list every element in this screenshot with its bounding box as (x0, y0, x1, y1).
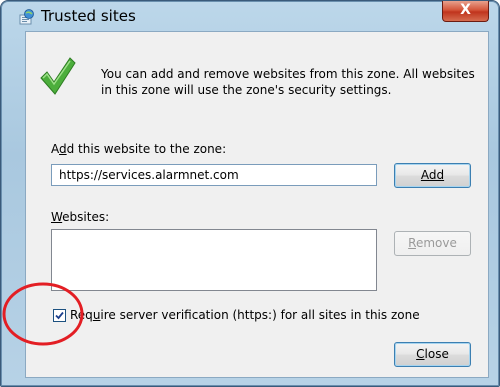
websites-list[interactable] (51, 229, 377, 291)
red-highlight-circle (2, 282, 84, 346)
close-window-button[interactable]: X (442, 1, 489, 22)
require-verification-label[interactable]: Require server verification (https:) for… (70, 308, 420, 322)
add-website-label: Add this website to the zone: (51, 142, 227, 156)
remove-button[interactable]: Remove (394, 231, 471, 256)
globe-shield-icon (19, 9, 34, 25)
zone-info-text: You can add and remove websites from thi… (101, 67, 475, 97)
title-bar[interactable]: Trusted sites X (1, 1, 499, 33)
window-title: Trusted sites (41, 7, 136, 25)
checkmark-icon (40, 57, 76, 95)
websites-label: Websites: (51, 210, 110, 224)
trusted-sites-window: Trusted sites X You can add and remove w… (0, 0, 500, 387)
dialog-content: You can add and remove websites from thi… (25, 31, 489, 378)
close-button[interactable]: Close (394, 342, 471, 367)
add-button[interactable]: Add (394, 163, 471, 188)
website-url-input[interactable]: https://services.alarmnet.com (51, 164, 377, 186)
